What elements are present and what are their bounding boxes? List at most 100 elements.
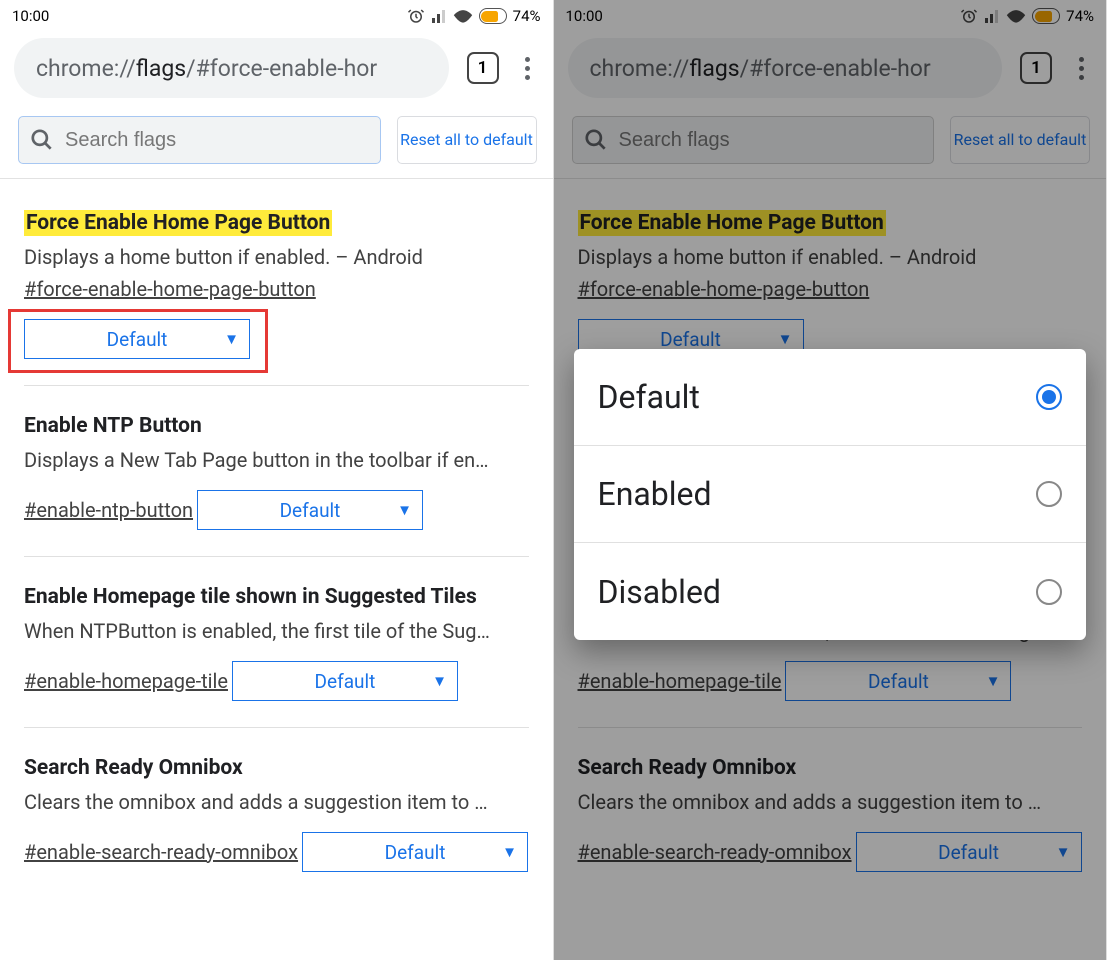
- tabs-button[interactable]: 1: [1020, 52, 1052, 84]
- flags-controls: Reset all to default: [0, 104, 553, 179]
- flag-dropdown[interactable]: Default ▼: [302, 832, 528, 872]
- chevron-down-icon: ▼: [224, 330, 239, 348]
- tabs-button[interactable]: 1: [467, 52, 499, 84]
- flag-dropdown-value: Default: [938, 841, 999, 864]
- radio-selected-icon: [1036, 384, 1062, 410]
- url-path: /#force-enable-hor: [740, 55, 931, 82]
- clock: 10:00: [566, 7, 603, 25]
- flag-enable-homepage-tile: Enable Homepage tile shown in Suggested …: [24, 557, 529, 728]
- flag-description: Displays a home button if enabled. – And…: [24, 245, 529, 269]
- radio-icon: [1036, 579, 1062, 605]
- option-disabled[interactable]: Disabled: [574, 543, 1087, 640]
- clock: 10:00: [12, 7, 49, 25]
- tab-count-label: 1: [1031, 58, 1041, 78]
- flag-dropdown-value: Default: [868, 670, 929, 693]
- flag-dropdown[interactable]: Default ▼: [856, 832, 1082, 872]
- search-flags-input[interactable]: [572, 116, 935, 164]
- chevron-down-icon: ▼: [432, 672, 447, 690]
- battery-pct: 74%: [1066, 7, 1094, 25]
- reset-all-button[interactable]: Reset all to default: [950, 116, 1090, 164]
- flag-title: Force Enable Home Page Button: [24, 210, 332, 236]
- flag-dropdown-value: Default: [315, 670, 376, 693]
- flag-description: Clears the omnibox and adds a suggestion…: [578, 790, 1083, 814]
- flag-dropdown[interactable]: Default ▼: [785, 661, 1011, 701]
- flag-dropdown-value: Default: [280, 499, 341, 522]
- chevron-down-icon: ▼: [502, 843, 517, 861]
- option-default[interactable]: Default: [574, 349, 1087, 446]
- flag-dropdown[interactable]: Default ▼: [232, 661, 458, 701]
- flag-title: Enable Homepage tile shown in Suggested …: [24, 585, 477, 609]
- browser-toolbar: chrome://flags/#force-enable-hor 1: [0, 32, 553, 104]
- browser-toolbar: chrome://flags/#force-enable-hor 1: [554, 32, 1107, 104]
- search-flags-input[interactable]: [18, 116, 381, 164]
- chevron-down-icon: ▼: [1056, 843, 1071, 861]
- status-bar: 10:00 74%: [554, 0, 1107, 32]
- flag-anchor-link[interactable]: #enable-homepage-tile: [24, 669, 228, 693]
- radio-icon: [1036, 481, 1062, 507]
- flag-dropdown-value: Default: [107, 328, 168, 351]
- option-enabled[interactable]: Enabled: [574, 446, 1087, 543]
- flag-dropdown[interactable]: Default ▼: [24, 319, 250, 359]
- search-icon: [583, 127, 609, 153]
- omnibox[interactable]: chrome://flags/#force-enable-hor: [568, 38, 1003, 98]
- alarm-icon: [960, 7, 978, 25]
- flag-title: Search Ready Omnibox: [578, 756, 797, 780]
- wifi-icon: [453, 8, 473, 24]
- signal-icon: [984, 8, 1000, 24]
- status-bar: 10:00 74%: [0, 0, 553, 32]
- flag-description: Displays a home button if enabled. – And…: [578, 245, 1083, 269]
- reset-label: Reset all to default: [954, 130, 1087, 150]
- battery-icon: [1032, 8, 1060, 24]
- url-host: flags: [689, 55, 739, 82]
- flag-title: Search Ready Omnibox: [24, 756, 243, 780]
- dropdown-popup: Default Enabled Disabled: [574, 349, 1087, 640]
- flag-anchor-link[interactable]: #enable-ntp-button: [24, 498, 193, 522]
- option-label: Default: [598, 378, 700, 416]
- kebab-menu-icon[interactable]: [1070, 57, 1092, 80]
- flag-description: Displays a New Tab Page button in the to…: [24, 448, 529, 472]
- search-flags-field[interactable]: [65, 129, 370, 152]
- chevron-down-icon: ▼: [778, 330, 793, 348]
- flag-title: Force Enable Home Page Button: [578, 210, 886, 236]
- chevron-down-icon: ▼: [397, 501, 412, 519]
- flag-search-ready-omnibox: Search Ready Omnibox Clears the omnibox …: [24, 728, 529, 898]
- flag-description: When NTPButton is enabled, the first til…: [24, 619, 529, 643]
- alarm-icon: [407, 7, 425, 25]
- left-screenshot: 10:00 74% chrome://flags/#force-enable-h…: [0, 0, 554, 960]
- flag-anchor-link[interactable]: #enable-search-ready-omnibox: [24, 840, 298, 864]
- flag-dropdown[interactable]: Default ▼: [197, 490, 423, 530]
- flag-anchor-link[interactable]: #enable-homepage-tile: [578, 669, 782, 693]
- reset-label: Reset all to default: [400, 130, 533, 150]
- flag-search-ready-omnibox: Search Ready Omnibox Clears the omnibox …: [578, 728, 1083, 898]
- url-path: /#force-enable-hor: [186, 55, 377, 82]
- flags-list: Force Enable Home Page Button Displays a…: [0, 179, 553, 898]
- flag-enable-ntp-button: Enable NTP Button Displays a New Tab Pag…: [24, 386, 529, 557]
- flag-title: Enable NTP Button: [24, 414, 202, 438]
- flag-force-enable-home-page-button: Force Enable Home Page Button Displays a…: [24, 179, 529, 386]
- flag-anchor-link[interactable]: #enable-search-ready-omnibox: [578, 840, 852, 864]
- url-scheme: chrome://: [590, 55, 690, 82]
- signal-icon: [431, 8, 447, 24]
- flag-anchor-link[interactable]: #force-enable-home-page-button: [578, 277, 870, 301]
- status-icons: 74%: [407, 7, 541, 25]
- kebab-menu-icon[interactable]: [517, 57, 539, 80]
- option-label: Disabled: [598, 573, 721, 611]
- battery-pct: 74%: [513, 7, 541, 25]
- wifi-icon: [1006, 8, 1026, 24]
- flag-dropdown-value: Default: [385, 841, 446, 864]
- tab-count-label: 1: [478, 58, 488, 78]
- reset-all-button[interactable]: Reset all to default: [397, 116, 537, 164]
- right-screenshot: 10:00 74% chrome://flags/#force-enable-h…: [554, 0, 1107, 960]
- flag-anchor-link[interactable]: #force-enable-home-page-button: [24, 277, 316, 301]
- search-flags-field[interactable]: [619, 129, 924, 152]
- flag-description: Clears the omnibox and adds a suggestion…: [24, 790, 529, 814]
- option-label: Enabled: [598, 475, 712, 513]
- url-scheme: chrome://: [36, 55, 136, 82]
- battery-icon: [479, 8, 507, 24]
- search-icon: [29, 127, 55, 153]
- omnibox[interactable]: chrome://flags/#force-enable-hor: [14, 38, 449, 98]
- chevron-down-icon: ▼: [986, 672, 1001, 690]
- flag-dropdown-value: Default: [660, 328, 721, 351]
- status-icons: 74%: [960, 7, 1094, 25]
- flags-controls: Reset all to default: [554, 104, 1107, 179]
